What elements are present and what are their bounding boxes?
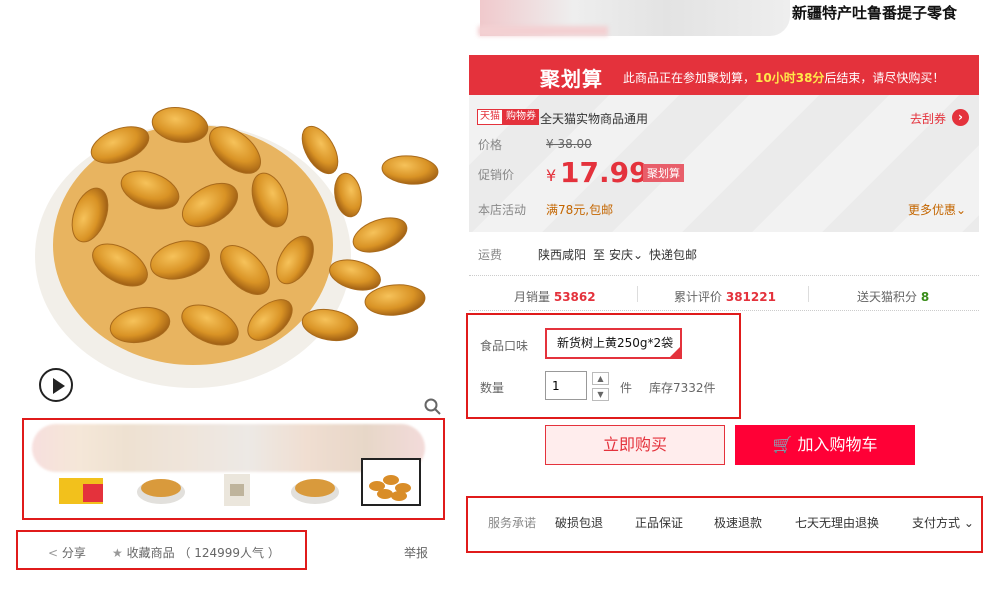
favorite-link[interactable]: ★ 收藏商品 （ 124999人气 ） — [112, 544, 280, 561]
promo-price: 17.99 — [560, 156, 649, 189]
divider — [637, 286, 638, 302]
coupon-description: 全天猫实物商品通用 — [540, 112, 649, 126]
stock-count: 库存7332件 — [649, 381, 716, 395]
tmall-tag: 天猫 — [477, 109, 503, 125]
reviews-label: 累计评价 — [674, 290, 723, 304]
add-to-cart-button[interactable]: 🛒 加入购物车 — [735, 425, 915, 465]
tmall-coupon-tag: 天猫 购物券 — [477, 109, 539, 125]
play-video-icon[interactable] — [39, 368, 73, 402]
star-icon: ★ — [112, 546, 123, 560]
points-value: 8 — [920, 290, 930, 304]
shipping-label: 运费 — [478, 248, 503, 262]
service-item[interactable]: 七天无理由退换 — [795, 514, 879, 531]
ship-to-value: 安庆 — [609, 248, 634, 262]
quantity-increase-button[interactable]: ▲ — [592, 372, 609, 385]
payment-methods-label: 支付方式 — [912, 516, 961, 530]
store-activity-value: 满78元,包邮 — [546, 203, 614, 217]
favorite-label: 收藏商品 — [126, 546, 175, 560]
thumbnail-3[interactable] — [212, 460, 262, 506]
share-label: 分享 — [61, 546, 86, 560]
jhs-text-before: 此商品正在参加聚划算， — [623, 71, 756, 85]
quantity-decrease-button[interactable]: ▼ — [592, 388, 609, 401]
quantity-unit: 件 — [620, 381, 633, 395]
payment-methods-dropdown[interactable]: 支付方式 ⌄ — [912, 514, 974, 531]
more-offers-label: 更多优惠 — [908, 203, 957, 217]
divider — [469, 275, 979, 276]
reviews-value: 381221 — [725, 290, 776, 304]
shipping-method: 快递包邮 — [649, 248, 698, 262]
grab-coupon-link[interactable]: 去刮券 — [910, 110, 946, 127]
chevron-down-icon: ⌄ — [956, 203, 967, 217]
store-activity-label: 本店活动 — [478, 203, 527, 217]
chevron-right-circle-icon[interactable]: › — [952, 109, 969, 126]
service-item[interactable]: 破损包退 — [555, 514, 603, 531]
ship-to-selector[interactable]: 安庆⌄ — [609, 246, 643, 263]
original-price: ¥ 38.00 — [546, 137, 592, 151]
price-label: 价格 — [478, 138, 503, 152]
divider — [808, 286, 809, 302]
jhs-text-after: 后结束，请尽快购买！ — [824, 71, 945, 85]
monthly-sales: 月销量 53862 — [514, 288, 596, 305]
promo-price-label: 促销价 — [478, 168, 515, 182]
service-promise-label: 服务承诺 — [488, 516, 537, 530]
ship-from: 陕西咸阳 — [538, 248, 587, 262]
flavor-label: 食品口味 — [480, 339, 529, 353]
thumbnail-1[interactable] — [57, 460, 107, 506]
tmall-points: 送天猫积分 8 — [857, 288, 929, 305]
quantity-label: 数量 — [480, 381, 505, 395]
currency-symbol: ¥ — [546, 166, 557, 185]
product-title: 新疆特产吐鲁番提子零食 — [792, 4, 958, 22]
chevron-down-icon: ⌄ — [963, 516, 974, 530]
blurred-subtitle-overlay — [478, 26, 608, 36]
ship-to-label: 至 — [593, 248, 606, 262]
more-offers-link[interactable]: 更多优惠⌄ — [908, 201, 966, 218]
flavor-option-selected[interactable]: 新货树上黄250g*2袋 — [545, 328, 682, 359]
points-label: 送天猫积分 — [857, 290, 918, 304]
monthly-sales-label: 月销量 — [514, 290, 551, 304]
popularity-count: （ 124999人气 ） — [178, 546, 280, 560]
service-item[interactable]: 正品保证 — [635, 514, 683, 531]
product-main-image[interactable] — [30, 30, 448, 418]
juhuasuan-logo: 聚划算 — [540, 67, 603, 91]
quantity-input[interactable] — [545, 371, 587, 400]
jhs-time-left: 10小时38分 — [755, 71, 825, 85]
divider — [469, 310, 979, 311]
review-count[interactable]: 累计评价 381221 — [674, 288, 776, 305]
coupon-type-tag: 购物券 — [503, 109, 539, 125]
juhuasuan-countdown-text: 此商品正在参加聚划算，10小时38分后结束，请尽快购买！ — [623, 69, 944, 86]
thumbnail-4[interactable] — [290, 460, 340, 506]
share-link[interactable]: < 分享 — [48, 544, 86, 561]
promo-badge: 聚划算 — [643, 164, 684, 182]
report-link[interactable]: 举报 — [404, 544, 428, 561]
zoom-magnifier-icon[interactable] — [424, 398, 442, 416]
service-item[interactable]: 极速退款 — [714, 514, 762, 531]
add-to-cart-label: 加入购物车 — [797, 435, 878, 454]
buy-now-button[interactable]: 立即购买 — [545, 425, 725, 465]
monthly-sales-value: 53862 — [553, 290, 596, 304]
thumbnail-5-selected[interactable] — [361, 458, 421, 506]
share-icon: < — [48, 546, 59, 560]
cart-icon: 🛒 — [772, 435, 793, 454]
chevron-down-icon: ⌄ — [633, 248, 644, 262]
thumbnail-2[interactable] — [136, 460, 186, 506]
